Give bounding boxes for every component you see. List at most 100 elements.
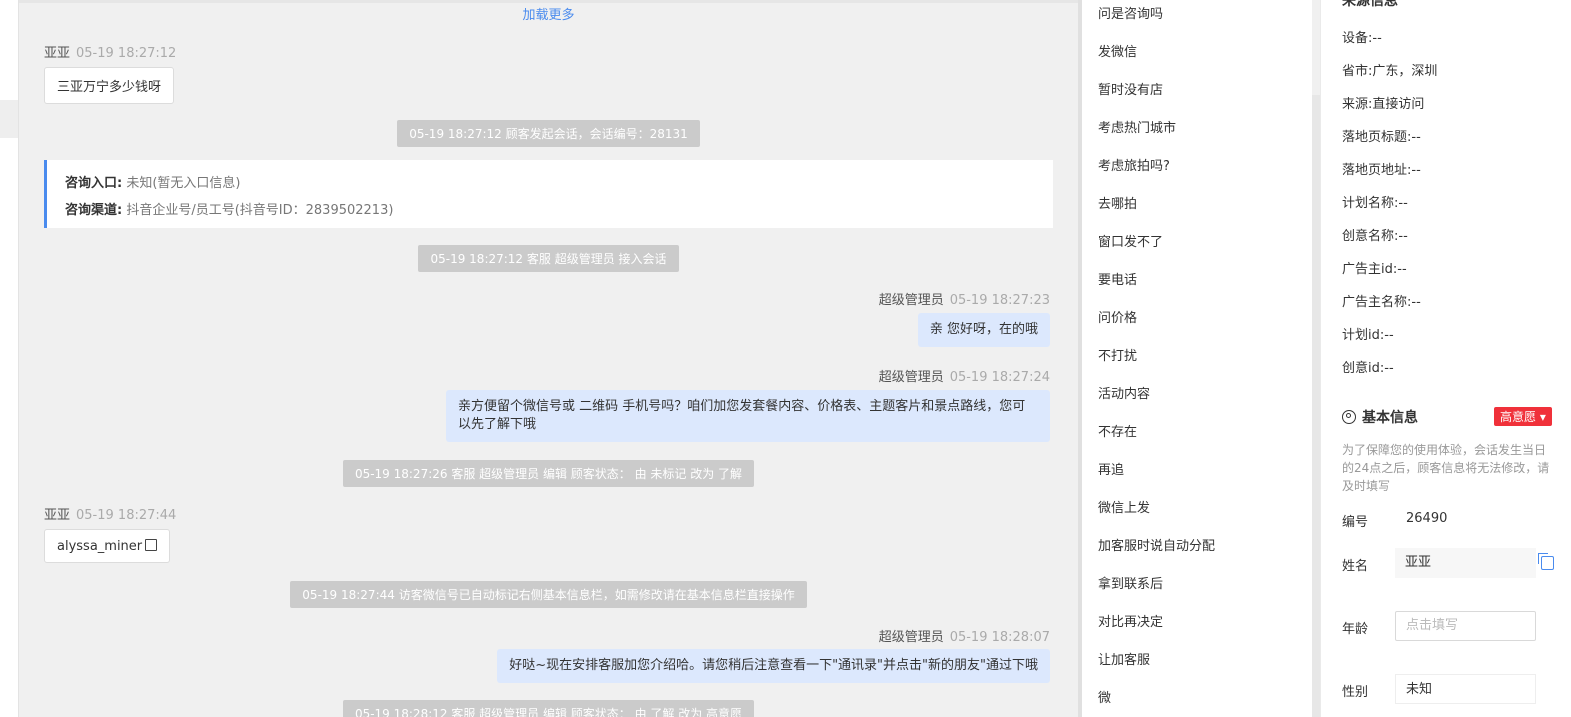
field-label: 计划名称:	[1342, 196, 1399, 211]
system-notice-text: 05-19 18:27:44 访客微信号已自动标记右侧基本信息栏，如需修改请在基…	[290, 581, 807, 608]
copy-icon[interactable]	[145, 539, 158, 551]
field-value: 直接访问	[1372, 97, 1425, 112]
quick-reply-item[interactable]: 对比再决定	[1098, 611, 1163, 630]
system-notice-text: 05-19 18:27:12 客服 超级管理员 接入会话	[418, 245, 679, 272]
quick-reply-item[interactable]: 让加客服	[1098, 649, 1150, 668]
sender-name: 亚亚	[44, 46, 71, 61]
message-meta: 超级管理员 05-19 18:28:07	[879, 626, 1050, 645]
system-notice: 05-19 18:27:26 客服 超级管理员 编辑 顾客状态： 由 未标记 改…	[19, 460, 1078, 487]
id-label: 编号	[1342, 515, 1369, 530]
copy-name-icon[interactable]	[1538, 553, 1554, 570]
system-notice-text: 05-19 18:27:26 客服 超级管理员 编辑 顾客状态： 由 未标记 改…	[342, 460, 755, 487]
quick-reply-item[interactable]: 不存在	[1098, 421, 1137, 440]
chat-area: 加载更多 亚亚 05-19 18:27:12 三亚万宁多少钱呀 05-19 18:…	[19, 0, 1078, 717]
message-meta: 超级管理员 05-19 18:27:24	[879, 366, 1050, 385]
source-field-plan-id: 计划id:--	[1342, 324, 1394, 343]
gender-label: 性别	[1342, 685, 1369, 700]
basic-info-title-text: 基本信息	[1362, 410, 1418, 426]
quick-reply-item[interactable]: 考虑旅拍吗?	[1098, 155, 1170, 174]
field-label: 创意名称:	[1342, 229, 1399, 244]
system-notice: 05-19 18:28:12 客服 超级管理员 编辑 顾客状态： 由 了解 改为…	[19, 700, 1078, 717]
consult-info-card: 咨询入口: 未知(暂无入口信息) 咨询渠道: 抖音企业号/员工号(抖音号ID：2…	[44, 160, 1053, 228]
quick-reply-item[interactable]: 去哪拍	[1098, 193, 1137, 212]
quick-reply-item[interactable]: 再追	[1098, 459, 1124, 478]
quick-reply-item[interactable]: 暂时没有店	[1098, 79, 1163, 98]
field-label: 广告主id:	[1342, 262, 1398, 277]
field-label: 落地页地址:	[1342, 163, 1412, 178]
source-field-creative-id: 创意id:--	[1342, 357, 1394, 376]
agent-message: 好哒~现在安排客服加您介绍哈。请您稍后注意查看一下"通讯录"并点击"新的朋友"通…	[497, 649, 1050, 683]
field-label: 广告主名称:	[1342, 295, 1412, 310]
source-field-landing-title: 落地页标题:--	[1342, 126, 1421, 145]
message-meta: 亚亚 05-19 18:27:44	[44, 504, 176, 523]
message-meta: 亚亚 05-19 18:27:12	[44, 42, 176, 61]
quick-reply-list: 问是咨询吗 发微信 暂时没有店 考虑热门城市 考虑旅拍吗? 去哪拍 窗口发不了 …	[1082, 0, 1312, 717]
quick-reply-item[interactable]: 拿到联系后	[1098, 573, 1163, 592]
field-label: 落地页标题:	[1342, 130, 1412, 145]
quick-reply-item[interactable]: 微	[1098, 687, 1111, 706]
name-field[interactable]: 亚亚	[1395, 548, 1536, 578]
quick-reply-scrollbar[interactable]	[1312, 95, 1320, 717]
source-field-source: 来源:直接访问	[1342, 93, 1424, 112]
field-value: --	[1411, 295, 1421, 310]
system-notice-text: 05-19 18:28:12 客服 超级管理员 编辑 顾客状态： 由 了解 改为…	[342, 700, 755, 717]
load-more-link[interactable]: 加载更多	[19, 4, 1078, 23]
field-value: --	[1411, 163, 1421, 178]
quick-reply-item[interactable]: 微信上发	[1098, 497, 1150, 516]
field-value: --	[1397, 262, 1407, 277]
quick-reply-item[interactable]: 考虑热门城市	[1098, 117, 1176, 136]
field-label: 来源:	[1342, 97, 1373, 112]
message-meta: 超级管理员 05-19 18:27:23	[879, 289, 1050, 308]
field-label: 创意id:	[1342, 361, 1385, 376]
quick-reply-item[interactable]: 问价格	[1098, 307, 1137, 326]
sender-name: 亚亚	[44, 508, 71, 523]
source-info-title: 来源信息	[1342, 0, 1398, 9]
source-field-region: 省市:广东，深圳	[1342, 60, 1437, 79]
customer-message-text: alyssa_miner	[57, 539, 143, 554]
system-notice: 05-19 18:27:12 顾客发起会话，会话编号：28131	[19, 120, 1078, 147]
left-nav-active-item[interactable]	[0, 100, 18, 138]
edit-deadline-note: 为了保障您的使用体验，会话发生当日的24点之后，顾客信息将无法修改，请及时填写	[1342, 443, 1550, 493]
agent-message: 亲方便留个微信号或 二维码 手机号吗？咱们加您发套餐内容、价格表、主题客片和景点…	[446, 390, 1050, 442]
customer-message: alyssa_miner	[44, 529, 171, 563]
field-value: --	[1398, 229, 1408, 244]
source-field-advertiser-name: 广告主名称:--	[1342, 291, 1421, 310]
message-time: 05-19 18:27:12	[76, 46, 177, 61]
quick-reply-item[interactable]: 窗口发不了	[1098, 231, 1163, 250]
quick-reply-item[interactable]: 加客服时说自动分配	[1098, 535, 1215, 554]
age-label: 年龄	[1342, 622, 1369, 637]
intent-level-dropdown[interactable]: 高意愿 ▾	[1494, 407, 1552, 426]
consult-entry-label: 咨询入口:	[65, 176, 123, 191]
field-label: 计划id:	[1342, 328, 1385, 343]
id-value: 26490	[1406, 511, 1448, 526]
name-label: 姓名	[1342, 559, 1369, 574]
chat-top-divider	[19, 0, 1078, 3]
system-notice: 05-19 18:27:12 客服 超级管理员 接入会话	[19, 245, 1078, 272]
consult-entry-row: 咨询入口: 未知(暂无入口信息)	[65, 172, 241, 191]
quick-reply-item[interactable]: 发微信	[1098, 41, 1137, 60]
quick-reply-item[interactable]: 问是咨询吗	[1098, 3, 1163, 22]
quick-reply-item[interactable]: 不打扰	[1098, 345, 1137, 364]
field-value: --	[1398, 196, 1408, 211]
quick-reply-item[interactable]: 活动内容	[1098, 383, 1150, 402]
basic-info-title: 基本信息	[1342, 407, 1418, 427]
field-value: --	[1384, 328, 1394, 343]
source-field-advertiser-id: 广告主id:--	[1342, 258, 1407, 277]
quick-reply-item[interactable]: 要电话	[1098, 269, 1137, 288]
gender-select[interactable]: 未知	[1395, 674, 1536, 704]
message-time: 05-19 18:27:44	[76, 508, 177, 523]
source-field-creative-name: 创意名称:--	[1342, 225, 1408, 244]
source-field-landing-url: 落地页地址:--	[1342, 159, 1421, 178]
field-value: --	[1411, 130, 1421, 145]
sender-name: 超级管理员	[878, 630, 944, 645]
system-notice-text: 05-19 18:27:12 顾客发起会话，会话编号：28131	[397, 120, 700, 147]
consult-channel-row: 咨询渠道: 抖音企业号/员工号(抖音号ID：2839502213)	[65, 199, 393, 218]
message-time: 05-19 18:27:24	[949, 370, 1050, 385]
age-input[interactable]	[1395, 611, 1536, 641]
user-circle-icon	[1342, 410, 1356, 424]
source-field-device: 设备:--	[1342, 27, 1382, 46]
left-nav-strip	[0, 0, 19, 717]
sender-name: 超级管理员	[878, 370, 944, 385]
sender-name: 超级管理员	[878, 293, 944, 308]
source-field-plan-name: 计划名称:--	[1342, 192, 1408, 211]
